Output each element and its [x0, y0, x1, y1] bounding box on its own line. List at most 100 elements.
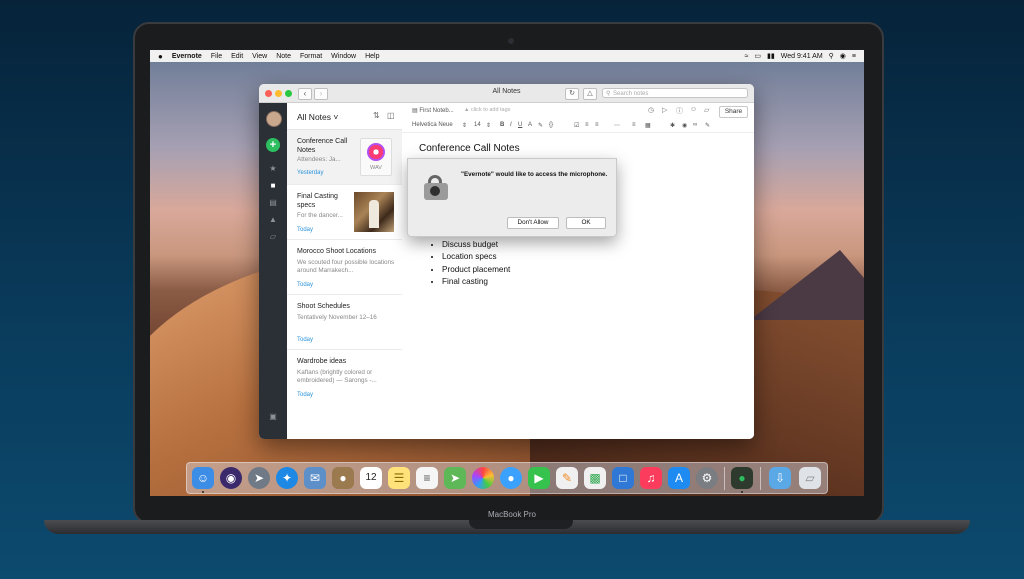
finder-icon[interactable]: ☺: [192, 467, 214, 489]
highlight-icon[interactable]: ✎: [538, 122, 543, 129]
note-body[interactable]: Discuss budget Location specs Product pl…: [432, 239, 510, 288]
menu-help[interactable]: Help: [365, 53, 379, 60]
dock-separator: [760, 467, 761, 490]
notes-list-title[interactable]: All Notes ˅: [297, 112, 338, 122]
wallpaper-mountain: [750, 250, 864, 320]
notes-list-header: All Notes ˅ ⇅ ◫: [287, 103, 402, 130]
share-user-icon[interactable]: ☺: [690, 106, 697, 113]
messages-icon[interactable]: ●: [500, 467, 522, 489]
dont-allow-button[interactable]: Don't Allow: [507, 217, 559, 229]
calendar-icon[interactable]: 12: [360, 467, 382, 489]
search-icon: ⚲: [606, 91, 611, 97]
sidebar-rail: + ★ ■ ▤ ▲ ▱ ▣: [259, 103, 287, 439]
numbers-icon[interactable]: ▩: [584, 467, 606, 489]
ok-button[interactable]: OK: [566, 217, 606, 229]
music-icon[interactable]: ♫: [640, 467, 662, 489]
menu-view[interactable]: View: [252, 53, 267, 60]
launchpad-icon[interactable]: ➤: [248, 467, 270, 489]
more-icon[interactable]: ⋯: [614, 122, 620, 129]
text-color-icon[interactable]: A: [528, 122, 532, 128]
notebooks-icon[interactable]: ▤: [268, 198, 278, 208]
record-audio-icon[interactable]: ◉: [682, 122, 687, 129]
airplay-icon[interactable]: ▭: [754, 52, 761, 60]
bullet-item: Product placement: [442, 264, 510, 276]
menu-file[interactable]: File: [211, 53, 222, 60]
trash-icon[interactable]: ▱: [799, 467, 821, 489]
list-item[interactable]: Conference Call Notes Attendees: Ja... Y…: [287, 130, 402, 185]
note-title-field[interactable]: Conference Call Notes: [419, 143, 520, 154]
shortcuts-star-icon[interactable]: ★: [268, 164, 278, 174]
note-thumbnail-photo: [354, 192, 394, 232]
chevron-updown-icon[interactable]: ⇕: [462, 122, 467, 129]
reminders-icon[interactable]: ≡: [416, 467, 438, 489]
list-item[interactable]: Morocco Shoot Locations We scouted four …: [287, 240, 402, 295]
view-options-icon[interactable]: ◫: [387, 111, 395, 120]
photos-icon[interactable]: [472, 467, 494, 489]
attachment-icon[interactable]: ✱: [670, 122, 675, 129]
bullet-item: Discuss budget: [442, 239, 510, 251]
siri-icon[interactable]: ◉: [220, 467, 242, 489]
bulleted-list-icon[interactable]: ≡: [595, 122, 599, 128]
font-size-select[interactable]: 14: [474, 122, 481, 128]
share-button[interactable]: Share: [719, 106, 748, 118]
italic-icon[interactable]: I: [510, 122, 512, 128]
sync-button[interactable]: ↻: [565, 88, 579, 100]
notes-app-icon[interactable]: ☰: [388, 467, 410, 489]
info-icon[interactable]: ⓘ: [676, 106, 683, 116]
sort-icon[interactable]: ⇅: [373, 111, 380, 120]
new-note-button[interactable]: +: [266, 138, 280, 152]
list-item[interactable]: Final Casting specs For the dancer... To…: [287, 185, 402, 240]
evernote-icon[interactable]: ●: [731, 467, 753, 489]
numbered-list-icon[interactable]: ≡: [585, 122, 589, 128]
work-chat-icon[interactable]: ▣: [268, 412, 278, 422]
underline-icon[interactable]: U: [518, 122, 522, 128]
menu-format[interactable]: Format: [300, 53, 322, 60]
present-icon[interactable]: ▷: [662, 106, 667, 114]
link-icon[interactable]: ∞: [693, 122, 697, 128]
trash-icon[interactable]: ▱: [268, 232, 278, 242]
checkbox-list-icon[interactable]: ☑: [574, 122, 579, 129]
system-preferences-icon[interactable]: ⚙: [696, 467, 718, 489]
app-store-icon[interactable]: A: [668, 467, 690, 489]
menu-window[interactable]: Window: [331, 53, 356, 60]
notifications-button[interactable]: △: [583, 88, 597, 100]
code-block-icon[interactable]: {}: [549, 122, 553, 128]
note-title: Conference Call Notes: [297, 138, 348, 154]
safari-icon[interactable]: ✦: [276, 467, 298, 489]
avatar[interactable]: [266, 111, 282, 127]
contacts-icon[interactable]: ●: [332, 467, 354, 489]
reminder-icon[interactable]: ◷: [648, 106, 654, 114]
sketch-icon[interactable]: ✎: [705, 122, 710, 129]
menu-edit[interactable]: Edit: [231, 53, 243, 60]
spotlight-icon[interactable]: ⚲: [829, 52, 834, 60]
delete-icon[interactable]: ▱: [704, 106, 709, 114]
downloads-folder-icon[interactable]: ⇩: [769, 467, 791, 489]
wifi-icon[interactable]: ≈: [745, 53, 749, 60]
menu-app-name[interactable]: Evernote: [172, 53, 202, 60]
list-item[interactable]: Shoot Schedules Tentatively November 12–…: [287, 295, 402, 350]
bold-icon[interactable]: B: [500, 122, 504, 128]
keynote-icon[interactable]: □: [612, 467, 634, 489]
list-item[interactable]: Wardrobe ideas Kaftans (brightly colored…: [287, 350, 402, 405]
notes-icon[interactable]: ■: [268, 181, 278, 191]
align-icon[interactable]: ≡: [632, 122, 636, 128]
font-family-select[interactable]: Helvetica Neue: [412, 122, 453, 128]
notification-center-icon[interactable]: ≡: [852, 53, 856, 60]
menu-note[interactable]: Note: [276, 53, 291, 60]
tags-field[interactable]: ▲ click to add tags: [464, 107, 510, 113]
table-icon[interactable]: ▦: [645, 122, 651, 129]
maps-icon[interactable]: ➤: [444, 467, 466, 489]
bell-icon: △: [587, 90, 593, 97]
facetime-icon[interactable]: ▶: [528, 467, 550, 489]
siri-icon[interactable]: ◉: [840, 52, 846, 60]
menu-clock[interactable]: Wed 9:41 AM: [781, 53, 823, 60]
battery-icon[interactable]: ▮▮: [767, 52, 775, 60]
search-input[interactable]: ⚲ Search notes: [602, 88, 748, 98]
chevron-updown-icon[interactable]: ⇕: [486, 122, 491, 129]
notebook-selector[interactable]: ▤ First Noteb...: [412, 107, 454, 114]
mail-icon[interactable]: ✉: [304, 467, 326, 489]
tags-icon[interactable]: ▲: [268, 215, 278, 225]
apple-menu-icon[interactable]: ●: [158, 52, 163, 61]
menu-bar: ● Evernote File Edit View Note Format Wi…: [150, 50, 864, 62]
pages-icon[interactable]: ✎: [556, 467, 578, 489]
